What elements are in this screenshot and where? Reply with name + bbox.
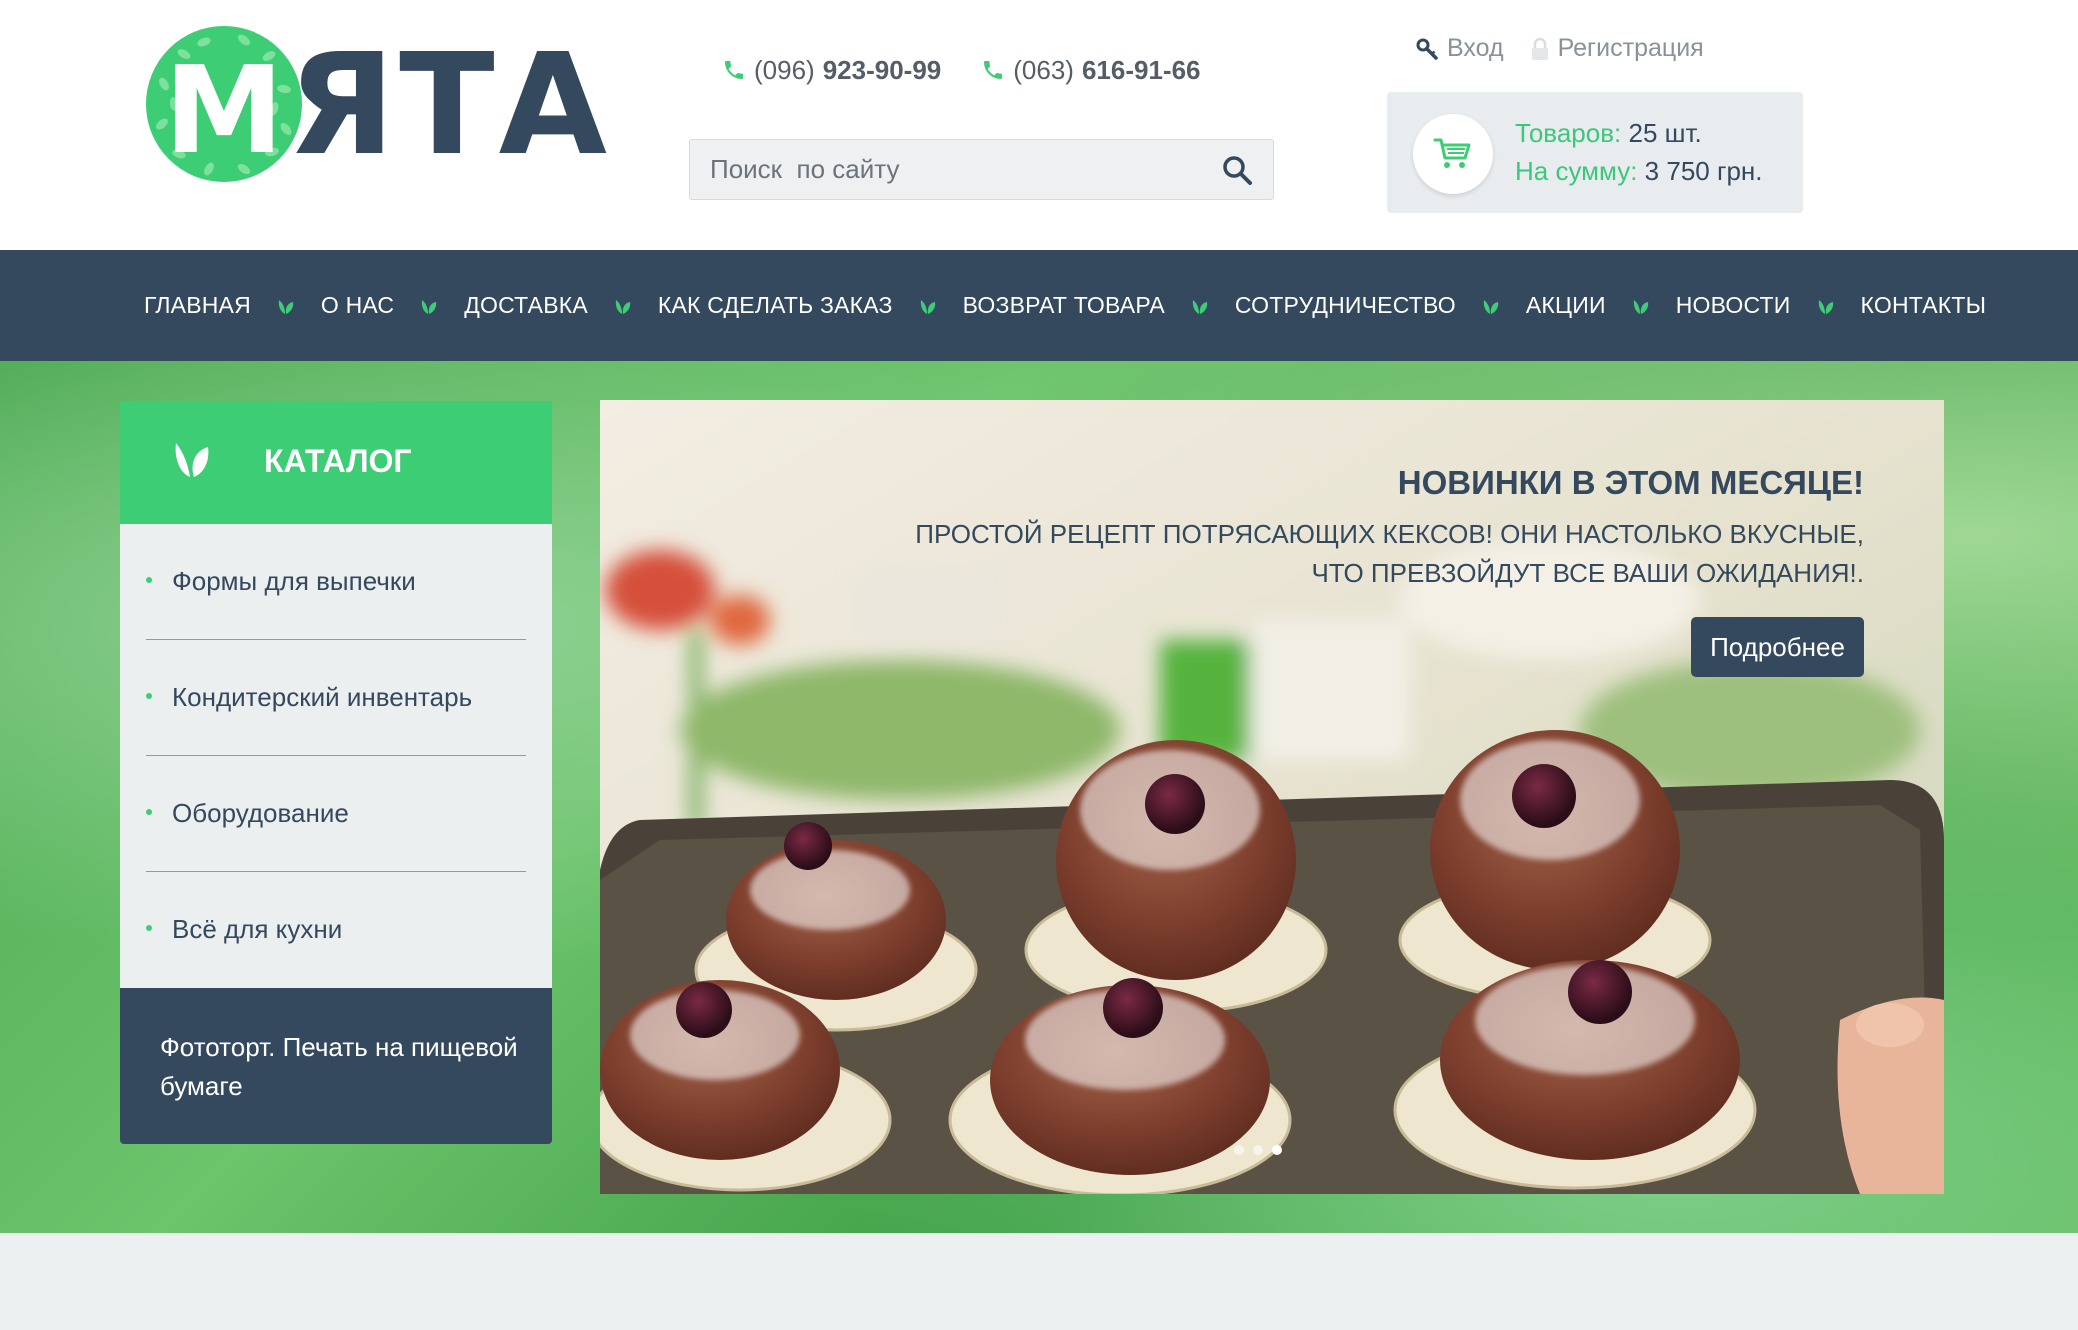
- main-nav: ГЛАВНАЯ О НАС ДОСТАВКА КАК СДЕЛАТЬ ЗАКАЗ ВОЗ…: [0, 250, 2078, 361]
- search-box: [689, 139, 1274, 200]
- cart-sum-label: На сумму:: [1515, 156, 1638, 186]
- catalog-header[interactable]: КАТАЛОГ: [120, 401, 552, 524]
- cart-icon: [1433, 138, 1471, 168]
- leaf-icon: [1483, 297, 1499, 315]
- catalog-item-label: Формы для выпечки: [172, 566, 416, 596]
- catalog-sidebar: КАТАЛОГ Формы для выпечки Кондитерский и…: [120, 401, 552, 1144]
- hero-slider: НОВИНКИ В ЭТОМ МЕСЯЦЕ! ПРОСТОЙ РЕЦЕПТ ПО…: [600, 400, 1944, 1194]
- nav-item-1[interactable]: ГЛАВНАЯ: [144, 292, 251, 319]
- lock-icon: [1531, 37, 1548, 60]
- phone-2-code: (063): [1013, 54, 1074, 85]
- leaf-icon: [615, 297, 631, 315]
- nav-item-6[interactable]: СОТРУДНИЧЕСТВО: [1235, 292, 1456, 319]
- phone-icon: [725, 61, 743, 79]
- leaf-icon: [278, 297, 294, 315]
- nav-item-4[interactable]: КАК СДЕЛАТЬ ЗАКАЗ: [658, 292, 893, 319]
- cart-items-value: 25 шт.: [1628, 118, 1702, 148]
- auth-links: Вход Регистрация: [1415, 34, 1704, 63]
- catalog-item-label: Кондитерский инвентарь: [172, 682, 473, 712]
- catalog-item-kitchen[interactable]: Всё для кухни: [146, 872, 526, 988]
- cart-sum-value: 3 750 грн.: [1644, 156, 1763, 186]
- nav-item-7[interactable]: АКЦИИ: [1526, 292, 1606, 319]
- catalog-list: Формы для выпечки Кондитерский инвентарь…: [120, 524, 552, 988]
- catalog-item-baking-forms[interactable]: Формы для выпечки: [146, 524, 526, 640]
- leaf-icon: [421, 297, 437, 315]
- catalog-item-equipment[interactable]: Оборудование: [146, 756, 526, 872]
- bullet-dot: [146, 925, 152, 931]
- nav-item-5[interactable]: ВОЗВРАТ ТОВАРА: [963, 292, 1165, 319]
- catalog-title: КАТАЛОГ: [264, 443, 412, 479]
- cart-icon-circle: [1413, 114, 1493, 194]
- nav-item-9[interactable]: КОНТАКТЫ: [1861, 292, 1987, 319]
- key-icon: [1416, 38, 1438, 60]
- slide-title: НОВИНКИ В ЭТОМ МЕСЯЦЕ!: [1397, 464, 1864, 501]
- footer-band: [0, 1233, 2078, 1330]
- leaf-icon: [920, 297, 936, 315]
- header: М МЯТА МЯТА (096) 923-90-99 (063) 616-91…: [0, 0, 2078, 250]
- nav-list: ГЛАВНАЯ О НАС ДОСТАВКА КАК СДЕЛАТЬ ЗАКАЗ ВОЗ…: [144, 250, 1986, 361]
- bullet-dot: [146, 809, 152, 815]
- search-icon[interactable]: [1221, 154, 1253, 186]
- catalog-item-label: Всё для кухни: [172, 914, 343, 944]
- photocake-label: Фототорт. Печать на пищевой бумаге: [160, 1032, 518, 1101]
- catalog-item-label: Оборудование: [172, 798, 349, 828]
- phone-2-number: 616-91-66: [1081, 54, 1201, 85]
- phone-1[interactable]: (096) 923-90-99: [722, 55, 941, 86]
- catalog-item-confectionery-tools[interactable]: Кондитерский инвентарь: [146, 640, 526, 756]
- cart-widget[interactable]: Товаров: 25 шт. На сумму: 3 750 грн.: [1387, 92, 1803, 213]
- register-label: Регистрация: [1557, 34, 1704, 62]
- cart-sum-line: На сумму: 3 750 грн.: [1515, 156, 1762, 187]
- search-input[interactable]: [690, 140, 1210, 199]
- leaf-icon: [1192, 297, 1208, 315]
- leaf-icon: [175, 443, 209, 477]
- slider-dot-2[interactable]: [1253, 1145, 1263, 1155]
- slider-dot-1[interactable]: [1234, 1145, 1244, 1155]
- login-label: Вход: [1447, 34, 1504, 62]
- bullet-dot: [146, 577, 152, 583]
- phone-1-code: (096): [754, 54, 815, 85]
- login-link[interactable]: Вход: [1415, 34, 1504, 63]
- logo-text-rest: ЯТА: [287, 24, 611, 187]
- phone-1-number: 923-90-99: [822, 54, 942, 85]
- nav-item-2[interactable]: О НАС: [321, 292, 394, 319]
- catalog-photocake-link[interactable]: Фототорт. Печать на пищевой бумаге: [120, 988, 552, 1144]
- bullet-dot: [146, 693, 152, 699]
- logo-text: МЯТА: [144, 24, 611, 188]
- phone-list: (096) 923-90-99 (063) 616-91-66: [722, 48, 1201, 92]
- more-button[interactable]: Подробнее: [1691, 617, 1864, 677]
- nav-item-8[interactable]: НОВОСТИ: [1676, 292, 1791, 319]
- site-logo[interactable]: М МЯТА МЯТА: [144, 24, 607, 188]
- slider-dot-3[interactable]: [1272, 1145, 1282, 1155]
- cart-items-line: Товаров: 25 шт.: [1515, 118, 1702, 149]
- phone-icon: [984, 61, 1003, 79]
- cart-items-label: Товаров:: [1515, 118, 1622, 148]
- register-link[interactable]: Регистрация: [1530, 34, 1704, 63]
- nav-item-3[interactable]: ДОСТАВКА: [464, 292, 588, 319]
- slide-text: ПРОСТОЙ РЕЦЕПТ ПОТРЯСАЮЩИХ КЕКСОВ! ОНИ Н…: [915, 519, 1864, 588]
- phone-2[interactable]: (063) 616-91-66: [981, 54, 1201, 86]
- leaf-icon: [1818, 297, 1834, 315]
- leaf-icon: [1633, 297, 1649, 315]
- slider-dots: [1234, 1145, 1282, 1155]
